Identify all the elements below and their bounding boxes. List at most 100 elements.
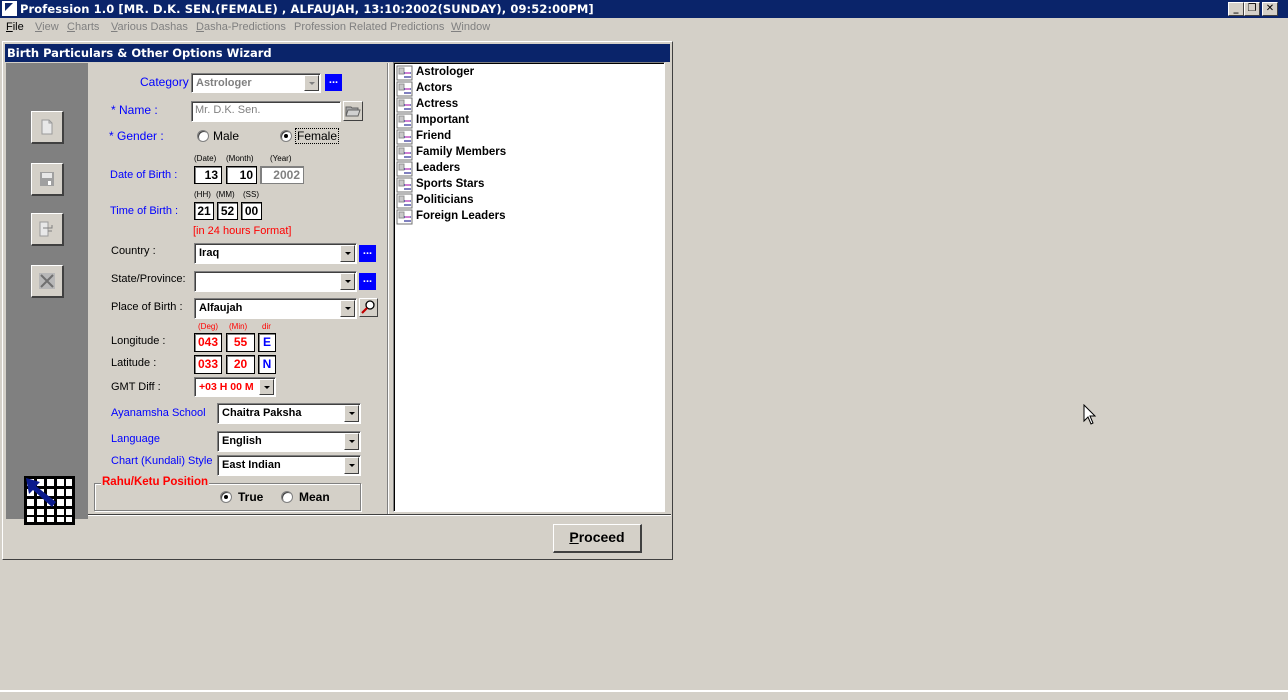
menu-profession-related-predictions[interactable]: Profession Related Predictions: [294, 21, 444, 33]
latitude-min-input[interactable]: 20: [226, 355, 255, 374]
menu-various-dashas[interactable]: Various Dashas: [111, 21, 188, 33]
chevron-down-icon[interactable]: [344, 457, 359, 474]
mouse-cursor-icon: [1083, 404, 1097, 425]
date-hint: (Date): [194, 154, 217, 163]
category-folder-icon: [396, 129, 413, 145]
chevron-down-icon[interactable]: [340, 273, 355, 290]
category-tree[interactable]: Astrologer Actors Actress Important Friend Fa…: [393, 62, 665, 512]
status-separator: [0, 690, 1288, 692]
rahu-mean-radio[interactable]: [281, 491, 293, 503]
menu-file[interactable]: File: [6, 21, 24, 33]
deg-hint: (Deg): [198, 322, 219, 331]
state-label: State/Province:: [111, 273, 186, 285]
category-tree-item-label: Astrologer: [416, 66, 475, 78]
dob-label: Date of Birth :: [110, 169, 178, 181]
edit-record-button[interactable]: [31, 213, 64, 246]
rahu-true-label[interactable]: True: [238, 490, 263, 504]
longitude-dir-input[interactable]: E: [258, 333, 276, 352]
category-tree-item-label: Foreign Leaders: [416, 210, 506, 222]
delete-record-button[interactable]: [31, 265, 64, 298]
language-select[interactable]: English: [217, 431, 361, 452]
month-hint: (Month): [226, 154, 254, 163]
place-label: Place of Birth :: [111, 301, 183, 313]
vertical-divider: [387, 63, 389, 515]
close-button[interactable]: ✕: [1262, 2, 1278, 16]
rahu-mean-label[interactable]: Mean: [299, 490, 330, 504]
tob-mm-input[interactable]: 52: [217, 202, 238, 220]
category-tree-item-label: Important: [416, 114, 470, 126]
gender-male-radio[interactable]: [197, 130, 209, 142]
chart-style-label: Chart (Kundali) Style: [111, 455, 213, 467]
country-select[interactable]: Iraq: [194, 243, 357, 264]
tob-ss-input[interactable]: 00: [241, 202, 262, 220]
open-record-button[interactable]: [343, 101, 363, 121]
category-folder-icon: [396, 113, 413, 129]
ayanamsha-select[interactable]: Chaitra Paksha: [217, 403, 361, 424]
hh-hint: (HH): [194, 190, 211, 199]
ss-hint: (SS): [243, 190, 259, 199]
chevron-down-icon[interactable]: [304, 75, 319, 91]
app-icon[interactable]: [2, 1, 17, 16]
category-select[interactable]: Astrologer: [191, 73, 321, 93]
action-toolbar: [6, 63, 88, 525]
rahu-true-radio[interactable]: [220, 491, 232, 503]
proceed-button[interactable]: Proceed: [553, 524, 642, 553]
category-tree-item-label: Family Members: [416, 146, 507, 158]
chevron-down-icon[interactable]: [340, 300, 355, 317]
chart-style-select[interactable]: East Indian: [217, 455, 361, 476]
state-more-button[interactable]: ...: [359, 273, 376, 290]
dob-month-input[interactable]: 10: [226, 166, 257, 184]
menu-charts[interactable]: Charts: [67, 21, 99, 33]
restore-icon: ❐: [1247, 3, 1257, 14]
state-select[interactable]: [194, 271, 357, 292]
tob-label: Time of Birth :: [110, 205, 179, 217]
title-bar[interactable]: Profession 1.0 [MR. D.K. SEN.(FEMALE) , …: [0, 0, 1288, 18]
tob-hh-input[interactable]: 21: [194, 202, 214, 220]
gender-female-label[interactable]: Female: [295, 128, 340, 144]
save-disk-icon: [40, 172, 54, 186]
wizard-title: Birth Particulars & Other Options Wizard: [5, 44, 670, 62]
category-tree-item-label: Actors: [416, 82, 453, 94]
chart-grid-icon: [24, 476, 75, 525]
name-input[interactable]: Mr. D.K. Sen.: [191, 101, 341, 122]
dob-year-input[interactable]: 2002: [260, 166, 304, 184]
magnifier-icon: [361, 300, 375, 314]
delete-x-icon: [39, 273, 55, 289]
restore-button[interactable]: ❐: [1244, 2, 1260, 16]
chevron-down-icon[interactable]: [344, 405, 359, 422]
chevron-down-icon[interactable]: [344, 433, 359, 450]
save-record-button[interactable]: [31, 163, 64, 196]
category-tree-item-label: Actress: [416, 98, 459, 110]
year-hint: (Year): [270, 154, 292, 163]
country-more-button[interactable]: ...: [359, 245, 376, 262]
longitude-deg-input[interactable]: 043: [194, 333, 222, 352]
dob-date-input[interactable]: 13: [194, 166, 222, 184]
language-label: Language: [111, 433, 160, 445]
mm-hint: (MM): [216, 190, 235, 199]
minimize-icon: _: [1233, 3, 1239, 14]
window-title: Profession 1.0 [MR. D.K. SEN.(FEMALE) , …: [20, 2, 594, 16]
latitude-label: Latitude :: [111, 357, 157, 369]
category-more-button[interactable]: ...: [325, 74, 342, 91]
kundali-grid-logo: [24, 476, 75, 525]
time-format-note: [in 24 hours Format]: [193, 225, 292, 237]
latitude-dir-input[interactable]: N: [258, 355, 276, 374]
category-folder-icon: [396, 161, 413, 177]
category-tree-item-label: Leaders: [416, 162, 461, 174]
chevron-down-icon[interactable]: [340, 245, 355, 262]
new-record-button[interactable]: [31, 111, 64, 144]
gender-female-radio[interactable]: [280, 130, 292, 142]
open-folder-icon: [345, 106, 361, 117]
minimize-button[interactable]: _: [1228, 2, 1244, 16]
gender-male-label[interactable]: Male: [213, 129, 239, 143]
menu-window[interactable]: Window: [451, 21, 490, 33]
gmt-select[interactable]: +03 H 00 M: [194, 377, 276, 397]
place-select[interactable]: Alfaujah: [194, 298, 357, 319]
menu-view[interactable]: View: [35, 21, 59, 33]
chevron-down-icon[interactable]: [259, 379, 274, 395]
category-folder-icon: [396, 209, 413, 225]
latitude-deg-input[interactable]: 033: [194, 355, 222, 374]
longitude-min-input[interactable]: 55: [226, 333, 255, 352]
search-place-button[interactable]: [359, 298, 378, 317]
menu-dasha-predictions[interactable]: Dasha-Predictions: [196, 21, 286, 33]
